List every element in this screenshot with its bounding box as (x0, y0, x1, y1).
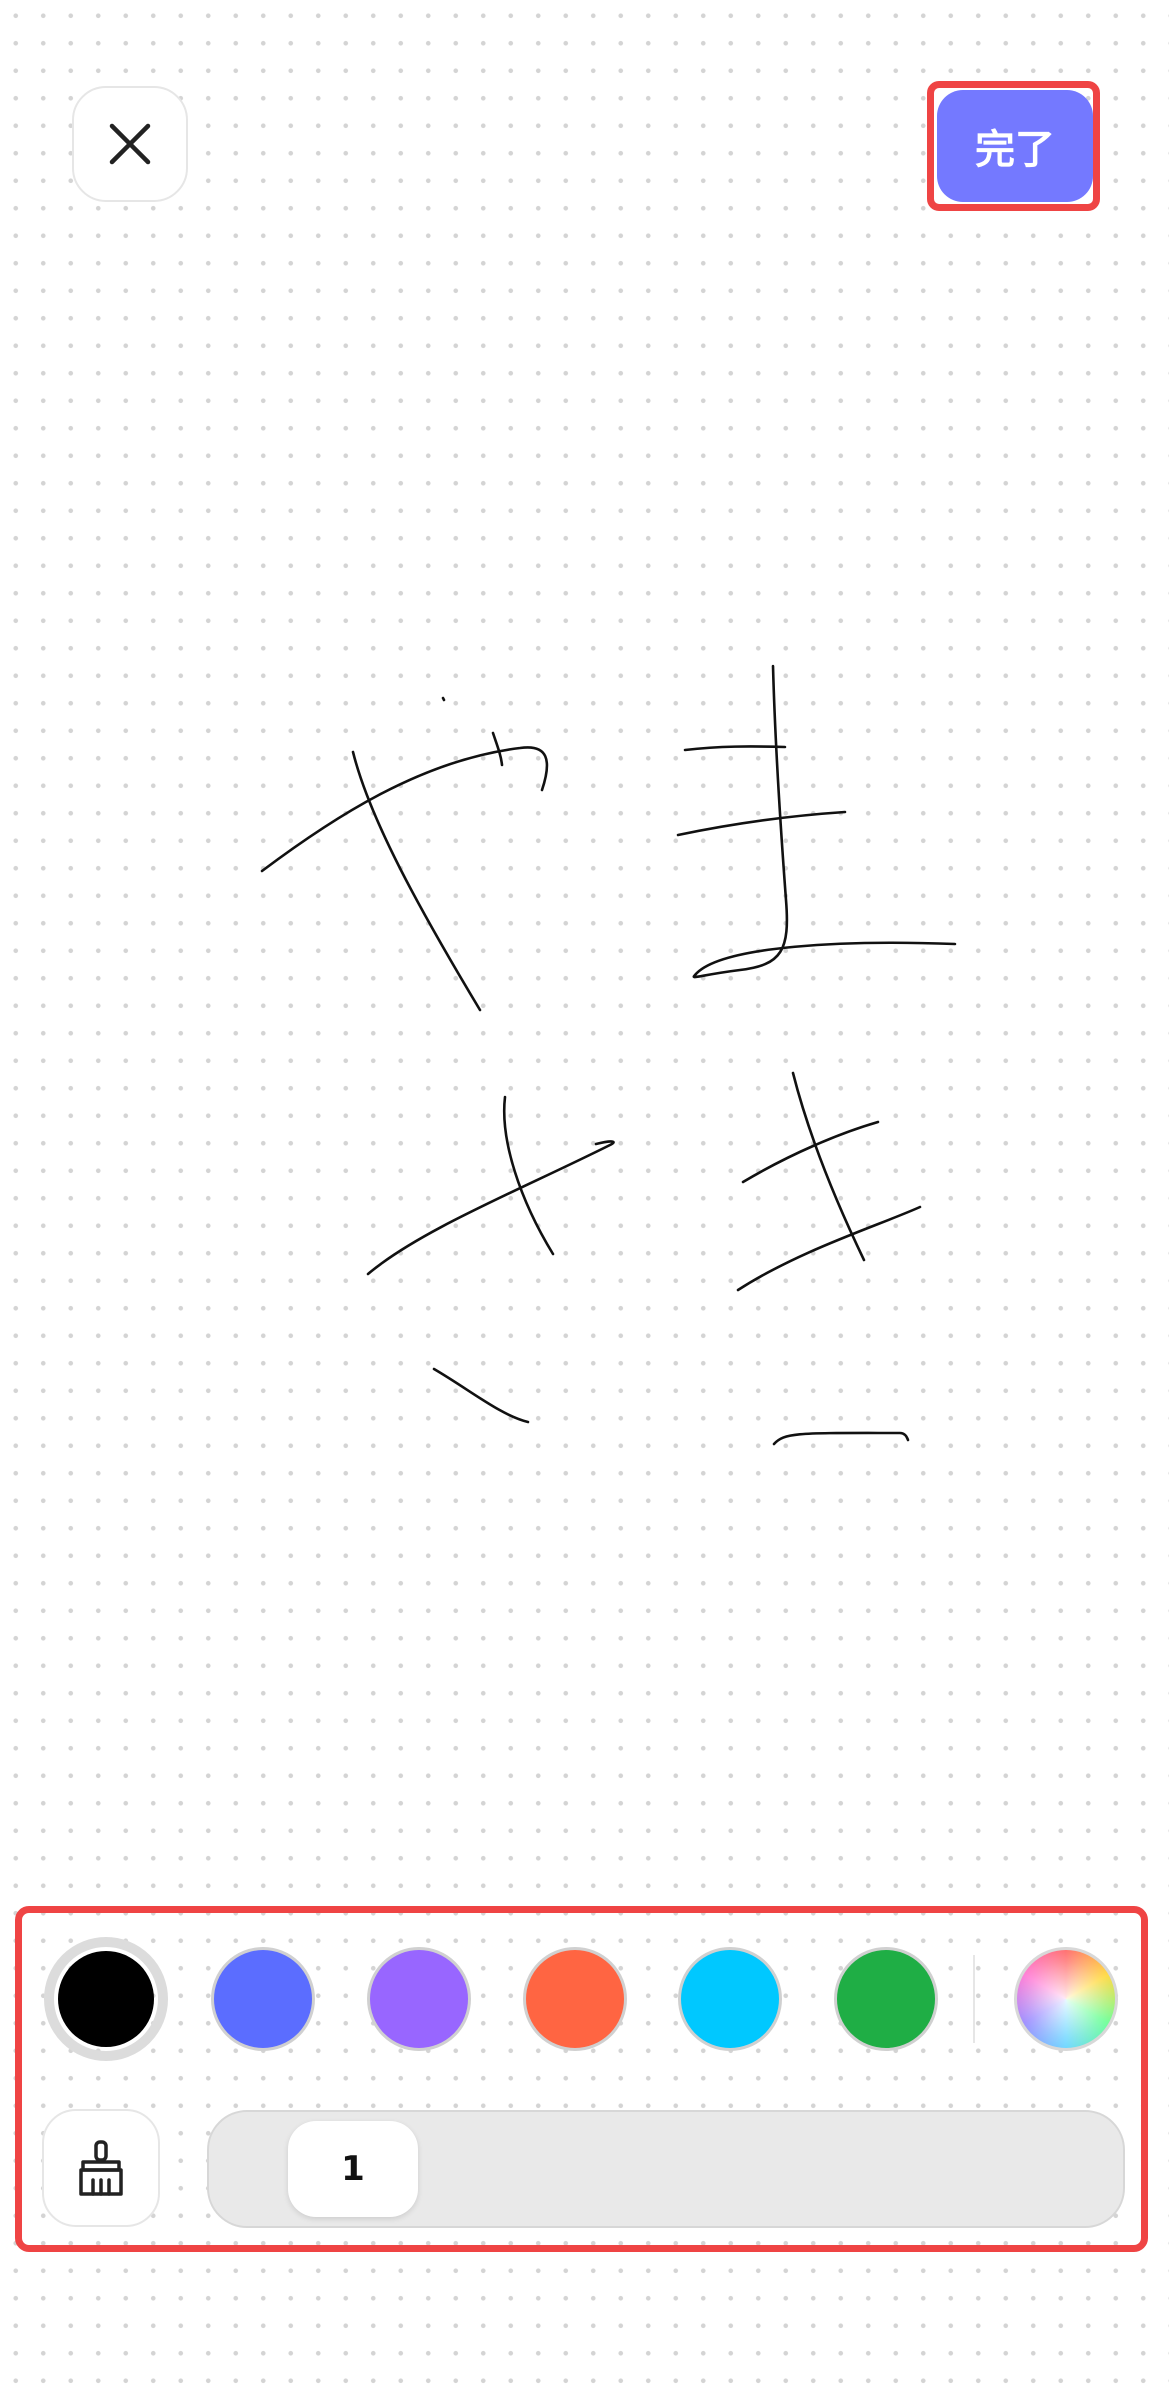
color-swatch-purple[interactable] (367, 1947, 471, 2051)
color-swatch-blue[interactable] (211, 1947, 315, 2051)
close-button[interactable] (72, 86, 188, 202)
done-button-highlight (927, 81, 1100, 211)
stroke (692, 664, 957, 979)
color-wheel-icon (1017, 1950, 1115, 2048)
stroke (351, 750, 482, 1012)
brush-size-thumb[interactable]: 1 (288, 2121, 418, 2217)
swatch-divider (973, 1955, 975, 2043)
color-swatch-cyan[interactable] (678, 1947, 782, 2051)
eraser-button[interactable] (42, 2109, 160, 2227)
color-swatch-orange[interactable] (523, 1947, 627, 2051)
stroke (441, 696, 446, 702)
stroke (676, 810, 847, 837)
stroke (432, 1367, 530, 1424)
color-swatch-green[interactable] (834, 1947, 938, 2051)
stroke (683, 745, 787, 752)
stroke (772, 1431, 910, 1446)
custom-color-button[interactable] (1014, 1947, 1118, 2051)
stroke (491, 731, 504, 767)
stroke (260, 746, 549, 873)
stroke (366, 1140, 615, 1276)
stroke (736, 1205, 922, 1292)
broom-icon (79, 2140, 123, 2196)
close-icon (109, 123, 151, 165)
color-swatch-black[interactable] (44, 1937, 168, 2061)
stroke (791, 1071, 866, 1262)
